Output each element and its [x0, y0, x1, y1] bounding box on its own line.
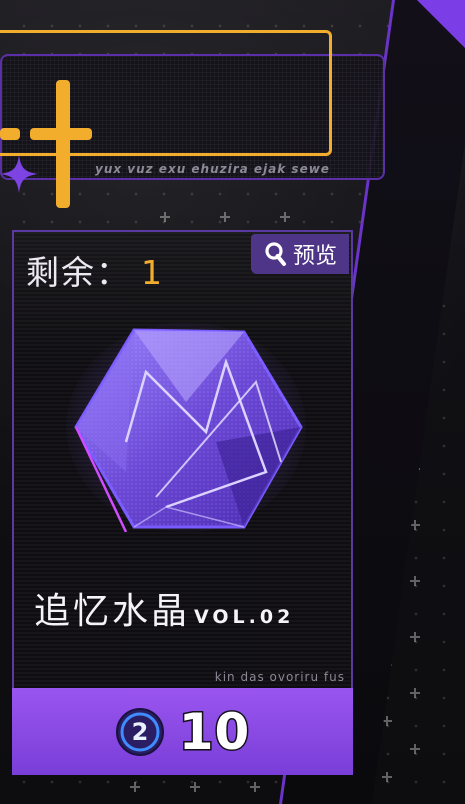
- background-plus-mark: [382, 772, 392, 782]
- background-plus-mark: [190, 782, 200, 792]
- crystal-gem-icon: [66, 322, 306, 532]
- right-corner-accent: [417, 0, 465, 48]
- background-plus-mark: [220, 212, 230, 222]
- four-point-star-icon: [0, 155, 38, 193]
- price-value: 10: [177, 701, 251, 762]
- remaining-stock: 剩余： 1: [26, 246, 164, 294]
- remaining-label: 剩余：: [26, 253, 131, 292]
- remaining-count: 1: [141, 253, 164, 292]
- item-name: 追忆水晶 VOL.02: [34, 582, 294, 634]
- background-plus-mark: [410, 576, 420, 586]
- currency-glyph: 2: [131, 718, 148, 746]
- magnifier-icon: [265, 242, 286, 266]
- background-plus-mark: [410, 744, 420, 754]
- item-volume: VOL.02: [194, 606, 295, 628]
- preview-button[interactable]: 预览: [251, 234, 349, 274]
- banner-gold-dot: [0, 128, 20, 140]
- background-plus-mark: [280, 212, 290, 222]
- price-bar[interactable]: 2 10: [12, 688, 353, 775]
- background-plus-mark: [410, 632, 420, 642]
- background-plus-mark: [410, 688, 420, 698]
- banner-gold-bar-horizontal: [30, 128, 92, 140]
- preview-label: 预览: [292, 244, 337, 269]
- screen-root: yux vuz exu ehuzira ejak sewe 剩余： 1 预览 追…: [0, 0, 465, 804]
- background-plus-mark: [250, 782, 260, 792]
- banner-subtext: yux vuz exu ehuzira ejak sewe: [95, 162, 330, 176]
- background-plus-mark: [160, 212, 170, 222]
- card-subtext: kin das ovoriru fus: [214, 670, 345, 684]
- background-plus-mark: [130, 782, 140, 792]
- shop-item-card[interactable]: 剩余： 1 预览 追忆水晶 VOL.02 kin das ovoriru fus…: [12, 230, 353, 775]
- banner-gold-bar-vertical: [56, 80, 70, 208]
- item-name-text: 追忆水晶: [34, 591, 191, 632]
- card-body: 剩余： 1 预览 追忆水晶 VOL.02 kin das ovoriru fus: [14, 232, 351, 690]
- coin-2-icon: 2: [115, 707, 164, 756]
